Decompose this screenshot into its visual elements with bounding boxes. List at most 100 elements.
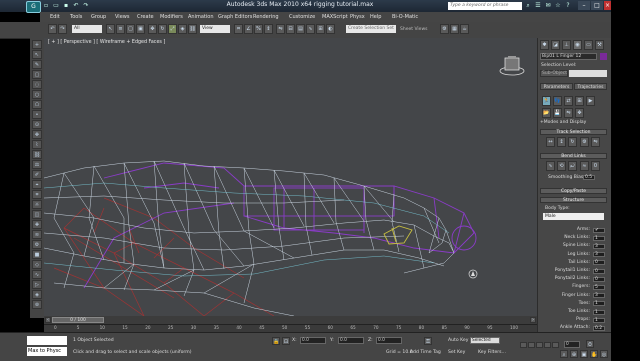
hierarchy-tab-icon[interactable]: ⊥ [562,40,571,50]
track-selection-rollout[interactable]: Track Selection [540,129,607,135]
left-toolbar-object-icon[interactable]: ■ [32,250,42,259]
left-toolbar-light-icon[interactable]: ☼ [32,200,42,209]
help-icon[interactable]: ? [564,2,572,10]
modes-display-rollout[interactable]: +Modes and Display [540,120,586,125]
selection-lock-icon[interactable]: 🔒 [272,337,280,345]
reference-coordinate-dropdown[interactable]: View [200,25,230,33]
zero-twist-icon[interactable]: 0 [591,161,600,171]
left-toolbar-pin-icon[interactable]: ⊙ [32,120,42,129]
key-mode-dropdown[interactable]: Selected [470,337,500,344]
body-horizontal-icon[interactable]: ↔ [546,137,555,147]
parameters-button[interactable]: Parameters [540,83,573,90]
left-toolbar-system-icon[interactable]: ⚙ [32,240,42,249]
pan-icon[interactable]: ✋ [590,350,598,358]
menu-group[interactable]: Group [91,12,106,22]
left-toolbar-helper-icon[interactable]: ✚ [32,220,42,229]
footstep-mode-icon[interactable]: 👣 [553,96,562,106]
bend-links-mode-icon[interactable]: ∿ [546,161,555,171]
symmetrical-icon[interactable]: ⇋ [591,137,600,147]
convert-icon[interactable]: ⇋ [564,108,573,118]
undo-icon[interactable]: ↶ [72,2,80,10]
select-by-name-icon[interactable]: ≡ [116,24,125,34]
structure-row-spinner[interactable]: ✔ [593,227,605,233]
new-file-icon[interactable]: ▫ [42,2,50,10]
select-move-icon[interactable]: ✥ [148,24,157,34]
render-setup-icon[interactable]: ⚙ [440,24,449,34]
menu-create[interactable]: Create [137,12,154,22]
add-time-tag-button[interactable]: Add Time Tag [410,350,441,355]
key-filters-button[interactable]: Key Filters... [478,350,506,355]
object-color-swatch[interactable] [600,53,607,60]
body-vertical-icon[interactable]: ↕ [557,137,566,147]
structure-row-spinner[interactable]: 3 [593,243,605,249]
render-icon[interactable]: ☕ [460,24,469,34]
maxscript-listener-top[interactable] [27,336,67,345]
smooth-twist-icon[interactable]: ≈ [580,161,589,171]
figure-mode-icon[interactable]: 🏃 [542,96,551,106]
favorites-icon[interactable]: ☆ [554,2,562,10]
angle-snap-icon[interactable]: ∠ [244,24,253,34]
left-toolbar-grid-icon[interactable]: ⌗ [32,190,42,199]
structure-row-spinner[interactable]: 3 [593,252,605,258]
body-rotation-icon[interactable]: ↻ [568,137,577,147]
left-toolbar-circle-icon[interactable]: ○ [32,90,42,99]
display-tab-icon[interactable]: ▭ [584,40,593,50]
curve-editor-icon[interactable]: ∿ [306,24,315,34]
left-toolbar-move-icon[interactable]: ✥ [32,130,42,139]
material-editor-icon[interactable]: ◐ [326,24,335,34]
left-toolbar-curve-icon[interactable]: ∿ [32,270,42,279]
selection-filter-dropdown[interactable]: All [72,25,102,33]
motion-tab-icon[interactable]: ◉ [573,40,582,50]
body-type-dropdown[interactable]: Male [543,213,604,220]
align-icon[interactable]: ⊟ [286,24,295,34]
smoothing-bias-spinner[interactable]: 0.5 [583,175,595,180]
perspective-viewport[interactable] [44,38,537,316]
select-object-icon[interactable]: ↖ [106,24,115,34]
left-toolbar-spacewarp-icon[interactable]: ≋ [32,230,42,239]
left-toolbar-plus-icon[interactable]: + [32,40,42,49]
render-frame-icon[interactable]: ▦ [450,24,459,34]
move-all-icon[interactable]: ✥ [575,108,584,118]
save-file-icon[interactable]: ▪ [62,2,70,10]
left-toolbar-bone-icon[interactable]: ⌇ [32,140,42,149]
left-toolbar-extra-icon[interactable]: ▷ [32,280,42,289]
left-toolbar-paint-icon[interactable]: ✎ [32,60,42,69]
sub-object-dropdown[interactable] [569,70,607,77]
left-toolbar-shape-icon[interactable]: ◇ [32,260,42,269]
pivot-icon[interactable]: ◈ [178,24,187,34]
auto-key-button[interactable]: Auto Key [448,338,468,343]
orbit-icon[interactable]: ◎ [600,350,608,358]
menu-help[interactable]: Help [370,12,381,22]
structure-row-spinner[interactable]: 1 [593,309,605,315]
left-toolbar-weight-icon[interactable]: ⚖ [32,160,42,169]
maximize-button[interactable]: □ [591,1,603,10]
select-scale-icon[interactable]: ⤢ [168,24,177,34]
time-slider-track[interactable] [44,316,537,324]
schematic-icon[interactable]: ⊞ [316,24,325,34]
structure-rollout[interactable]: Structure [540,197,607,203]
app-logo-icon[interactable]: G [26,1,41,13]
left-toolbar-link-tool-icon[interactable]: ⛓ [32,150,42,159]
current-frame-field[interactable]: 0 [564,341,580,348]
layer-icon[interactable]: ▤ [296,24,305,34]
structure-row-spinner[interactable]: 0 [593,268,605,274]
motion-flow-icon[interactable]: ⇄ [564,96,573,106]
left-toolbar-select-icon[interactable]: ↖ [32,50,42,59]
maxscript-mini-listener[interactable]: Max to Physc [27,347,67,356]
structure-row-spinner[interactable]: 1 [593,235,605,241]
named-selection-set-field[interactable]: Create Selection Set [346,25,396,33]
menu-edit[interactable]: Edit [50,12,60,22]
menu-tools[interactable]: Tools [70,12,82,22]
undo-toolbar-icon[interactable]: ↶ [48,24,57,34]
left-toolbar-extra2-icon[interactable]: ◈ [32,290,42,299]
structure-row-spinner[interactable]: 5 [593,284,605,290]
menu-views[interactable]: Views [115,12,129,22]
menu-graph-editors[interactable]: Graph Editors [218,12,252,22]
menu-bi-o-matic[interactable]: Bi-O-Matic [392,12,418,22]
menu-rendering[interactable]: Rendering [253,12,279,22]
left-toolbar-magnet-icon[interactable]: ⌖ [32,180,42,189]
set-key-button[interactable]: Set Key [448,350,465,355]
menu-physx[interactable]: Physx [350,12,365,22]
search-input[interactable]: Type a keyword or phrase [448,2,522,10]
left-toolbar-extra3-icon[interactable]: ⊚ [32,300,42,309]
